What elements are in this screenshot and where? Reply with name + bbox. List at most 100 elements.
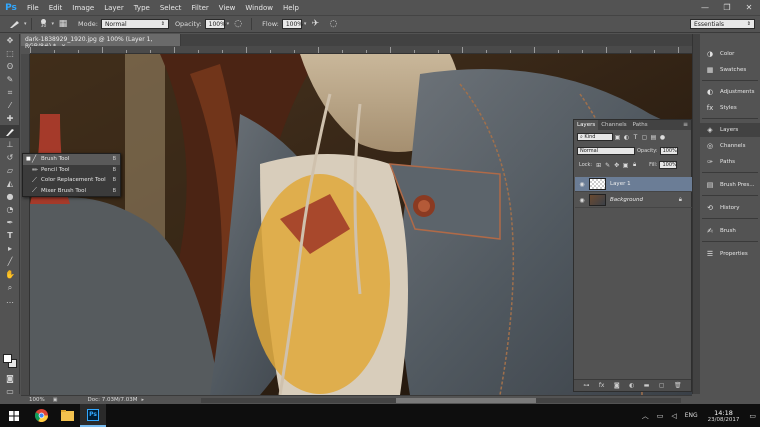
new-group-icon[interactable]: ▬	[644, 382, 650, 389]
dropdown-arrow-icon[interactable]: ▾	[227, 21, 230, 27]
menu-edit[interactable]: Edit	[44, 4, 68, 12]
dock-collapse-strip[interactable]	[692, 34, 700, 394]
line-tool-icon[interactable]: ╱	[0, 255, 20, 268]
flyout-item-mixer-brush-tool[interactable]: ⟋ Mixer Brush Tool B	[23, 186, 120, 197]
paint-bucket-tool-icon[interactable]: ◭	[0, 177, 20, 190]
dropdown-arrow-icon[interactable]: ▾	[52, 21, 55, 27]
notifications-icon[interactable]: ▭	[749, 412, 756, 420]
dropdown-arrow-icon[interactable]: ▾	[304, 21, 307, 27]
quick-selection-tool-icon[interactable]: ✎	[0, 73, 20, 86]
lock-pixels-icon[interactable]: ✎	[603, 161, 612, 169]
menu-file[interactable]: File	[22, 4, 44, 12]
screen-mode-icon[interactable]: ▭	[0, 385, 20, 398]
delete-layer-icon[interactable]: 🗑︎	[674, 382, 682, 389]
status-info-icon[interactable]: ▣	[53, 397, 58, 403]
menu-type[interactable]: Type	[129, 4, 155, 12]
healing-brush-tool-icon[interactable]: ✚	[0, 112, 20, 125]
shape-filter-icon[interactable]: ▢	[640, 133, 649, 141]
dock-item-properties[interactable]: ☰ Properties	[700, 247, 760, 261]
airbrush-icon[interactable]: ✈	[308, 18, 322, 30]
workspace-select[interactable]: Essentials ⇕	[690, 19, 755, 29]
pixel-filter-icon[interactable]: ▣	[613, 133, 622, 141]
layer-row-layer-1[interactable]: ◉ Layer 1	[575, 177, 692, 192]
move-tool-icon[interactable]: ✥	[0, 34, 20, 47]
zoom-level[interactable]: 100%	[21, 397, 53, 403]
tab-channels[interactable]: Channels	[598, 120, 629, 130]
brush-tool-icon[interactable]	[0, 125, 20, 138]
adjustment-filter-icon[interactable]: ◐	[622, 133, 631, 141]
document-tab[interactable]: dark-1838929_1920.jpg @ 100% (Layer 1, R…	[21, 34, 181, 50]
clone-stamp-tool-icon[interactable]: ⊥	[0, 138, 20, 151]
quick-mask-icon[interactable]: ◙	[0, 372, 20, 385]
adjustment-layer-icon[interactable]: ◐	[629, 382, 634, 389]
brush-panel-toggle-icon[interactable]: ▦	[56, 18, 70, 30]
dock-item-color[interactable]: ◑ Color	[700, 47, 760, 61]
tab-layers[interactable]: Layers	[574, 120, 599, 130]
hand-tool-icon[interactable]: ✋	[0, 268, 20, 281]
menu-image[interactable]: Image	[67, 4, 99, 12]
lock-position-icon[interactable]: ✥	[612, 161, 621, 169]
history-brush-tool-icon[interactable]: ↺	[0, 151, 20, 164]
lock-artboard-icon[interactable]: ▣	[621, 161, 630, 169]
foreground-color-swatch[interactable]	[3, 354, 12, 363]
menu-filter[interactable]: Filter	[186, 4, 213, 12]
pressure-size-icon[interactable]: ◌	[326, 18, 340, 30]
new-layer-icon[interactable]: ▢	[659, 382, 665, 389]
menu-select[interactable]: Select	[155, 4, 187, 12]
show-hidden-icons-icon[interactable]: ︿	[642, 411, 649, 421]
network-icon[interactable]: ▭	[657, 412, 664, 420]
eyedropper-tool-icon[interactable]: ⁄	[0, 99, 20, 112]
flyout-item-pencil-tool[interactable]: ✏ Pencil Tool B	[23, 165, 120, 176]
dodge-tool-icon[interactable]: ◔	[0, 203, 20, 216]
panel-menu-icon[interactable]: ≡	[680, 120, 691, 130]
pen-tool-icon[interactable]: ✒	[0, 216, 20, 229]
zoom-tool-icon[interactable]: ⌕	[0, 281, 20, 294]
dock-item-swatches[interactable]: ▦ Swatches	[700, 63, 760, 77]
visibility-eye-icon[interactable]: ◉	[575, 181, 589, 188]
mode-select[interactable]: Normal ⇕	[100, 19, 169, 29]
dock-item-layers[interactable]: ◈ Layers	[700, 123, 760, 137]
brush-size-picker[interactable]: 30	[36, 18, 52, 31]
lasso-tool-icon[interactable]: ʘ	[0, 60, 20, 73]
kind-filter-select[interactable]: ⌕ Kind	[577, 133, 613, 141]
type-tool-icon[interactable]: T	[0, 229, 20, 242]
brush-preset-icon[interactable]	[8, 18, 22, 30]
crop-tool-icon[interactable]: ⌗	[0, 86, 20, 99]
scrollbar-thumb[interactable]	[396, 398, 536, 403]
pressure-opacity-icon[interactable]: ◌	[231, 18, 245, 30]
dock-item-channels[interactable]: ◎ Channels	[700, 139, 760, 153]
type-filter-icon[interactable]: T	[631, 133, 640, 141]
layer-style-icon[interactable]: fx	[599, 382, 605, 389]
flyout-item-color-replacement-tool[interactable]: ⟋ Color Replacement Tool B	[23, 175, 120, 186]
layer-opacity-input[interactable]: 100%	[659, 147, 678, 155]
start-button[interactable]	[0, 404, 28, 427]
layer-row-background[interactable]: ◉ Background 🔒︎	[575, 193, 692, 208]
layer-mask-icon[interactable]: ◙	[614, 382, 620, 389]
photoshop-taskbar-button[interactable]: Ps	[80, 404, 106, 427]
file-explorer-taskbar-button[interactable]	[54, 404, 80, 427]
flow-input[interactable]: 100%	[281, 19, 303, 29]
eraser-tool-icon[interactable]: ▱	[0, 164, 20, 177]
marquee-tool-icon[interactable]: ⬚	[0, 47, 20, 60]
maximize-button[interactable]: ❐	[716, 0, 738, 15]
menu-layer[interactable]: Layer	[99, 4, 129, 12]
dropdown-arrow-icon[interactable]: ▾	[24, 21, 27, 27]
menu-help[interactable]: Help	[278, 4, 304, 12]
blur-tool-icon[interactable]: ●	[0, 190, 20, 203]
dock-item-history[interactable]: ⟲ History	[700, 201, 760, 215]
visibility-eye-icon[interactable]: ◉	[575, 197, 589, 204]
volume-icon[interactable]: ◁	[671, 412, 676, 420]
dock-item-brush[interactable]: ✍ Brush	[700, 224, 760, 238]
horizontal-scrollbar[interactable]	[201, 398, 681, 403]
menu-window[interactable]: Window	[240, 4, 278, 12]
minimize-button[interactable]: —	[694, 0, 716, 15]
dock-item-paths[interactable]: ✑ Paths	[700, 155, 760, 169]
chrome-taskbar-button[interactable]	[28, 404, 54, 427]
flyout-item-brush-tool[interactable]: ■ ╱ Brush Tool B	[23, 154, 120, 165]
color-swatches[interactable]	[3, 354, 17, 368]
path-selection-tool-icon[interactable]: ▸	[0, 242, 20, 255]
link-layers-icon[interactable]: ⊶	[583, 382, 589, 389]
status-menu-arrow-icon[interactable]: ▸	[142, 397, 145, 403]
lock-all-icon[interactable]: 🔒︎	[630, 161, 639, 169]
language-indicator[interactable]: ENG	[685, 412, 698, 419]
